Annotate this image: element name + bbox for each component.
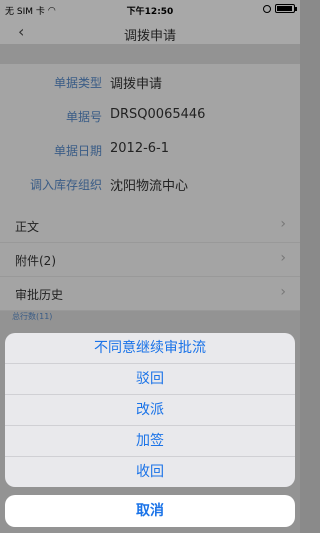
status-icons xyxy=(263,4,297,13)
menu-item-attachments[interactable]: 附件(2) › xyxy=(0,243,300,277)
field-value: 调拨申请 xyxy=(110,77,163,92)
status-bar: 无 SIM 卡 ◠ 下午12:50 xyxy=(0,0,300,20)
form-row-number: 单据号 DRSQ0065446 xyxy=(0,98,300,134)
chevron-right-icon: › xyxy=(280,250,286,266)
cancel-button[interactable]: 取消 xyxy=(5,495,295,527)
action-add-signer[interactable]: 加签 xyxy=(5,426,295,457)
field-value: 2012-6-1 xyxy=(110,141,170,156)
clock: 下午12:50 xyxy=(126,7,174,17)
action-withdraw[interactable]: 收回 xyxy=(5,457,295,487)
menu-item-label: 正文 xyxy=(15,220,40,234)
field-value: DRSQ0065446 xyxy=(110,107,206,122)
chevron-right-icon: › xyxy=(280,216,286,232)
nav-bar: ‹ 调拨申请 xyxy=(0,20,300,44)
total-rows-label: 总行数(11) xyxy=(12,312,53,321)
menu-item-history[interactable]: 审批历史 › xyxy=(0,277,300,311)
form-row-type: 单据类型 调拨申请 xyxy=(0,64,300,100)
action-reject[interactable]: 驳回 xyxy=(5,364,295,395)
document-info: 单据类型 调拨申请 单据号 DRSQ0065446 单据日期 2012-6-1 … xyxy=(0,64,300,232)
chevron-right-icon: › xyxy=(280,284,286,300)
menu-item-label: 审批历史 xyxy=(15,288,64,302)
field-value: 沈阳物流中心 xyxy=(110,179,189,194)
action-sheet: 不同意继续审批流 驳回 改派 加签 收回 xyxy=(5,333,295,487)
orientation-lock-icon xyxy=(263,4,271,13)
page-title: 调拨申请 xyxy=(123,29,176,44)
action-disagree-continue[interactable]: 不同意继续审批流 xyxy=(5,333,295,364)
detail-menu: 正文 › 附件(2) › 审批历史 › xyxy=(0,209,300,311)
battery-icon xyxy=(275,4,297,13)
menu-item-label: 附件(2) xyxy=(15,254,56,268)
field-label: 单据类型 xyxy=(53,76,102,90)
menu-item-body[interactable]: 正文 › xyxy=(0,209,300,243)
form-row-date: 单据日期 2012-6-1 xyxy=(0,132,300,168)
action-reassign[interactable]: 改派 xyxy=(5,395,295,426)
form-row-org: 调入库存组织 沈阳物流中心 xyxy=(0,166,300,202)
field-label: 调入库存组织 xyxy=(29,178,102,192)
field-label: 单据号 xyxy=(65,110,102,124)
field-label: 单据日期 xyxy=(53,144,102,158)
